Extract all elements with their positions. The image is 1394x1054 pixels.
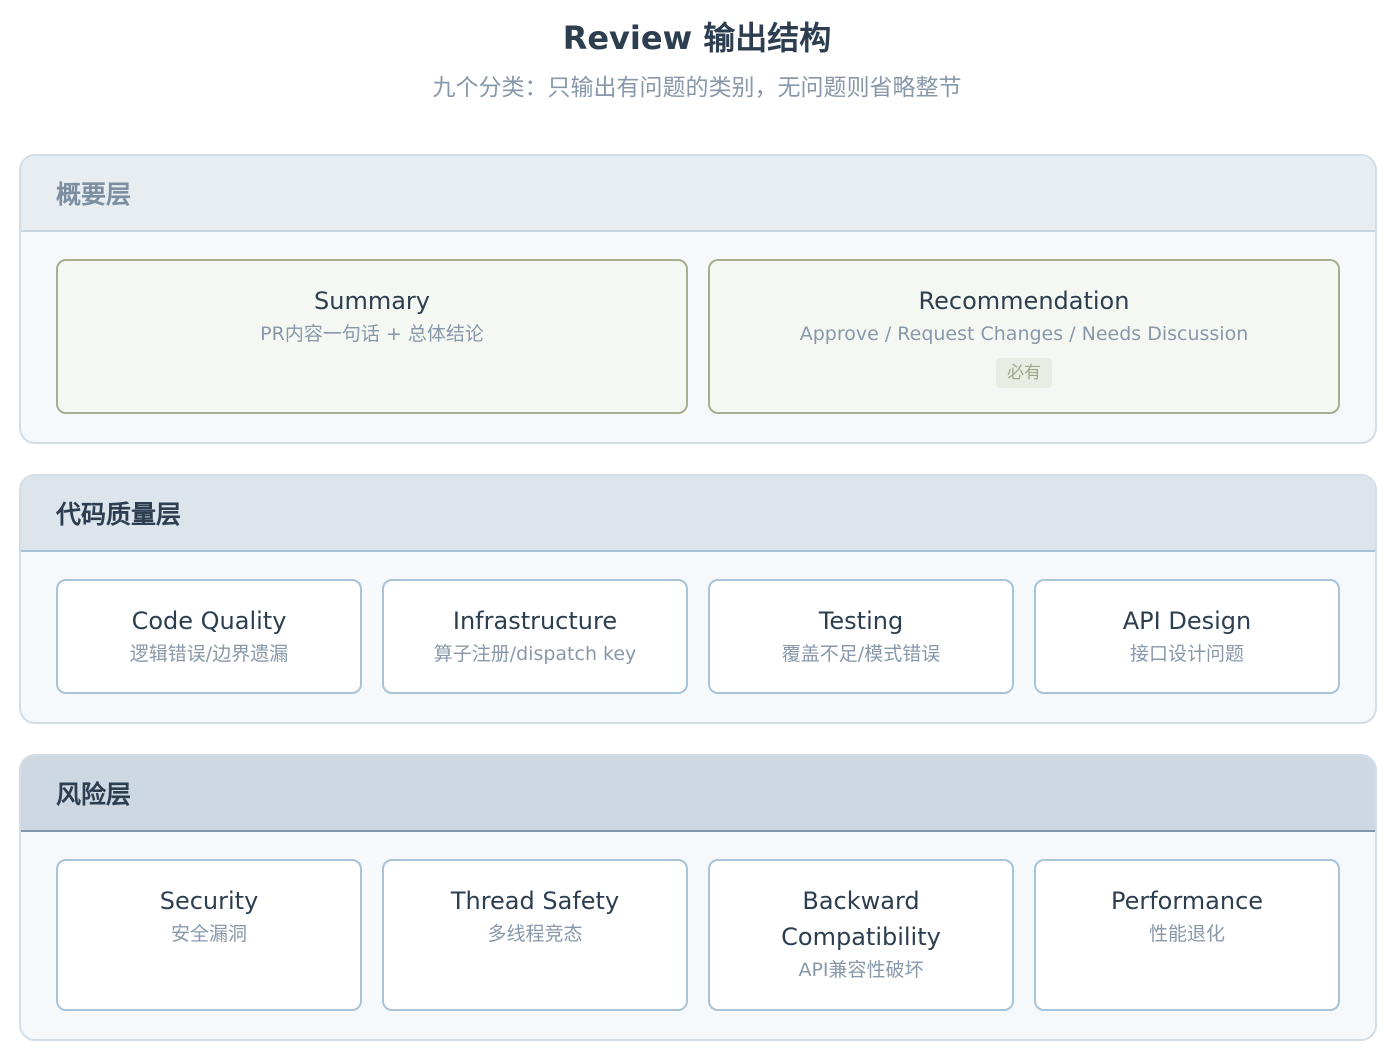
card-title: Performance (1110, 887, 1264, 915)
layer-summary-header: 概要层 (21, 156, 1375, 232)
card-title: Backward Compatibility (781, 887, 941, 951)
card-description: 覆盖不足/模式错误 (781, 643, 941, 665)
card-infrastructure: Infrastructure 算子注册/dispatch key (382, 579, 688, 694)
card-performance: Performance 性能退化 (1034, 859, 1340, 1011)
layer-risk-header: 风险层 (21, 756, 1375, 832)
card-summary: Summary PR内容一句话 + 总体结论 (56, 259, 688, 414)
card-description: 性能退化 (1148, 923, 1225, 945)
card-description: 逻辑错误/边界遗漏 (129, 643, 289, 665)
card-title: Thread Safety (450, 887, 620, 915)
card-api-design: API Design 接口设计问题 (1034, 579, 1340, 694)
card-thread-safety: Thread Safety 多线程竞态 (382, 859, 688, 1011)
required-badge: 必有 (996, 358, 1052, 388)
card-title: Recommendation (918, 287, 1130, 315)
card-security: Security 安全漏洞 (56, 859, 362, 1011)
card-description: 安全漏洞 (170, 923, 247, 945)
page-title: Review 输出结构 (562, 19, 832, 57)
card-code-quality: Code Quality 逻辑错误/边界遗漏 (56, 579, 362, 694)
card-description: Approve / Request Changes / Needs Discus… (799, 323, 1249, 345)
card-title: Security (159, 887, 259, 915)
card-title: Testing (818, 607, 904, 635)
page-subtitle: 九个分类：只输出有问题的类别，无问题则省略整节 (432, 75, 962, 101)
card-title: Infrastructure (452, 607, 618, 635)
card-description: PR内容一句话 + 总体结论 (260, 323, 484, 345)
review-structure-diagram: Review 输出结构 九个分类：只输出有问题的类别，无问题则省略整节 概要层 … (0, 0, 1394, 1054)
card-title: API Design (1122, 607, 1252, 635)
layer-code-quality-header: 代码质量层 (21, 476, 1375, 552)
card-backward-compatibility: Backward Compatibility API兼容性破坏 (708, 859, 1014, 1011)
card-description: 多线程竞态 (487, 923, 583, 945)
card-title: Summary (314, 287, 430, 315)
card-recommendation: Recommendation Approve / Request Changes… (708, 259, 1340, 414)
card-description: API兼容性破坏 (798, 959, 924, 981)
card-testing: Testing 覆盖不足/模式错误 (708, 579, 1014, 694)
card-description: 算子注册/dispatch key (433, 643, 637, 665)
card-description: 接口设计问题 (1129, 643, 1244, 665)
card-title: Code Quality (131, 607, 287, 635)
